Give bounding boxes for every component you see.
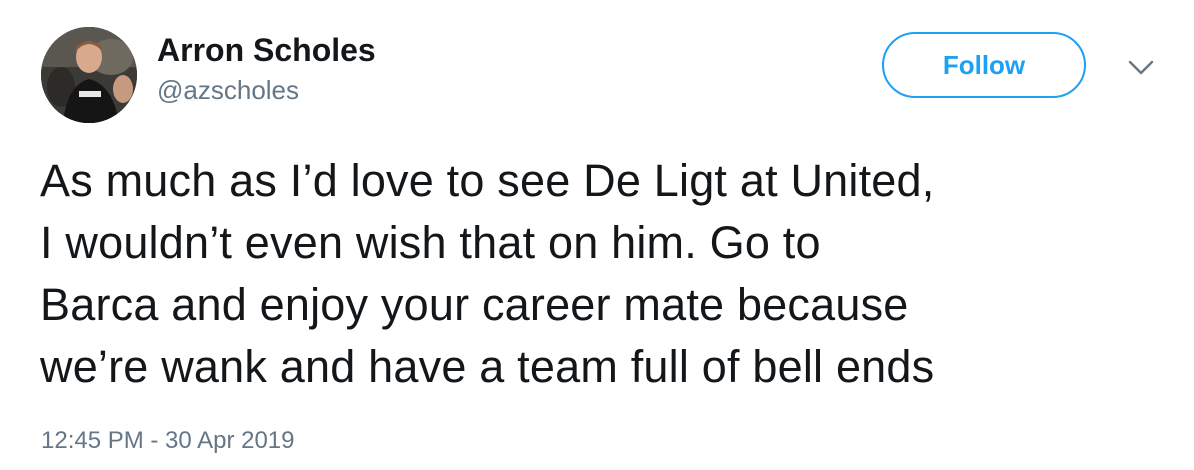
profile-photo-icon — [41, 27, 137, 123]
tweet-text-line: we’re wank and have a team full of bell … — [40, 341, 935, 392]
tweet-text: As much as I’d love to see De Ligt at Un… — [40, 150, 1160, 398]
tweet-text-line: Barca and enjoy your career mate because — [40, 279, 909, 330]
follow-button[interactable]: Follow — [882, 32, 1086, 98]
avatar[interactable] — [41, 27, 137, 123]
display-name[interactable]: Arron Scholes — [157, 30, 376, 70]
tweet-card: Arron Scholes @azscholes Follow As much … — [0, 0, 1194, 470]
tweet-text-line: I wouldn’t even wish that on him. Go to — [40, 217, 821, 268]
tweet-text-line: As much as I’d love to see De Ligt at Un… — [40, 155, 935, 206]
chevron-down-icon[interactable] — [1126, 56, 1156, 80]
timestamp[interactable]: 12:45 PM - 30 Apr 2019 — [41, 426, 295, 456]
user-handle[interactable]: @azscholes — [157, 73, 299, 107]
